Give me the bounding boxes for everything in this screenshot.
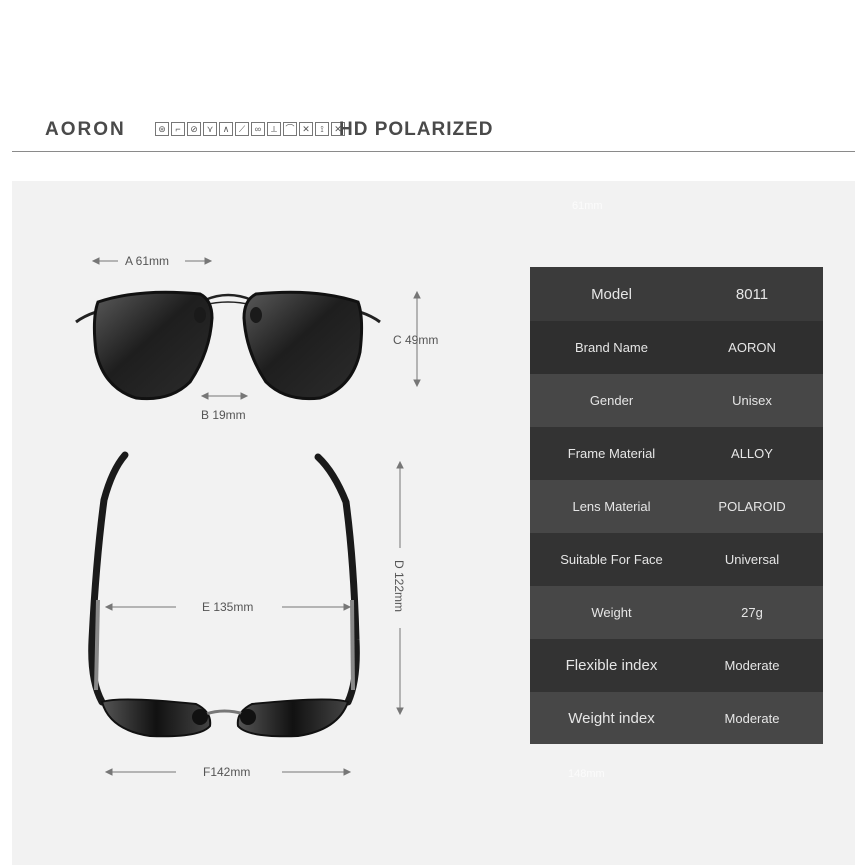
spec-table: Model 8011 Brand Name AORON Gender Unise…: [530, 267, 823, 744]
spec-label: Weight index: [568, 709, 655, 727]
dimension-e-label: E 135mm: [202, 600, 254, 614]
spec-row: Brand Name AORON: [530, 321, 823, 374]
left-lens: [92, 290, 214, 401]
spec-row: Lens Material POLAROID: [530, 480, 823, 533]
spec-value: Moderate: [724, 658, 780, 673]
spec-label: Brand Name: [575, 340, 648, 355]
dimension-c-label: C 49mm: [393, 333, 439, 347]
spec-label: Lens Material: [572, 499, 651, 514]
spec-row: Flexible index Moderate: [530, 639, 823, 692]
spec-label: Suitable For Face: [560, 552, 663, 567]
spec-label: Gender: [589, 393, 634, 408]
spec-row: Weight index Moderate: [530, 692, 823, 744]
spec-row: Weight 27g: [530, 586, 823, 639]
spec-label: Frame Material: [567, 446, 656, 461]
spec-row: Gender Unisex: [530, 374, 823, 427]
dimension-a-label: A 61mm: [125, 254, 170, 268]
dimension-b-label: B 19mm: [201, 408, 246, 422]
top-view: [88, 451, 360, 738]
spec-row: Suitable For Face Universal: [530, 533, 823, 586]
spec-row: Model 8011: [530, 267, 823, 321]
spec-value: 8011: [735, 285, 769, 303]
spec-label: Weight: [591, 605, 632, 620]
right-lens: [242, 290, 364, 401]
spec-value: 27g: [741, 605, 763, 620]
spec-value: Moderate: [724, 710, 780, 726]
spec-label: Model: [591, 285, 632, 303]
spec-label: Flexible index: [565, 657, 658, 674]
front-view: [75, 290, 381, 401]
dimension-d-label: D 122mm: [392, 560, 406, 613]
spec-value: ALLOY: [731, 446, 773, 461]
spec-value: AORON: [728, 340, 776, 355]
spec-value: POLAROID: [718, 499, 786, 514]
dimension-f-label: F142mm: [203, 765, 251, 779]
spec-value: Unisex: [732, 393, 772, 408]
spec-row: Frame Material ALLOY: [530, 427, 823, 480]
spec-value: Universal: [724, 552, 780, 567]
